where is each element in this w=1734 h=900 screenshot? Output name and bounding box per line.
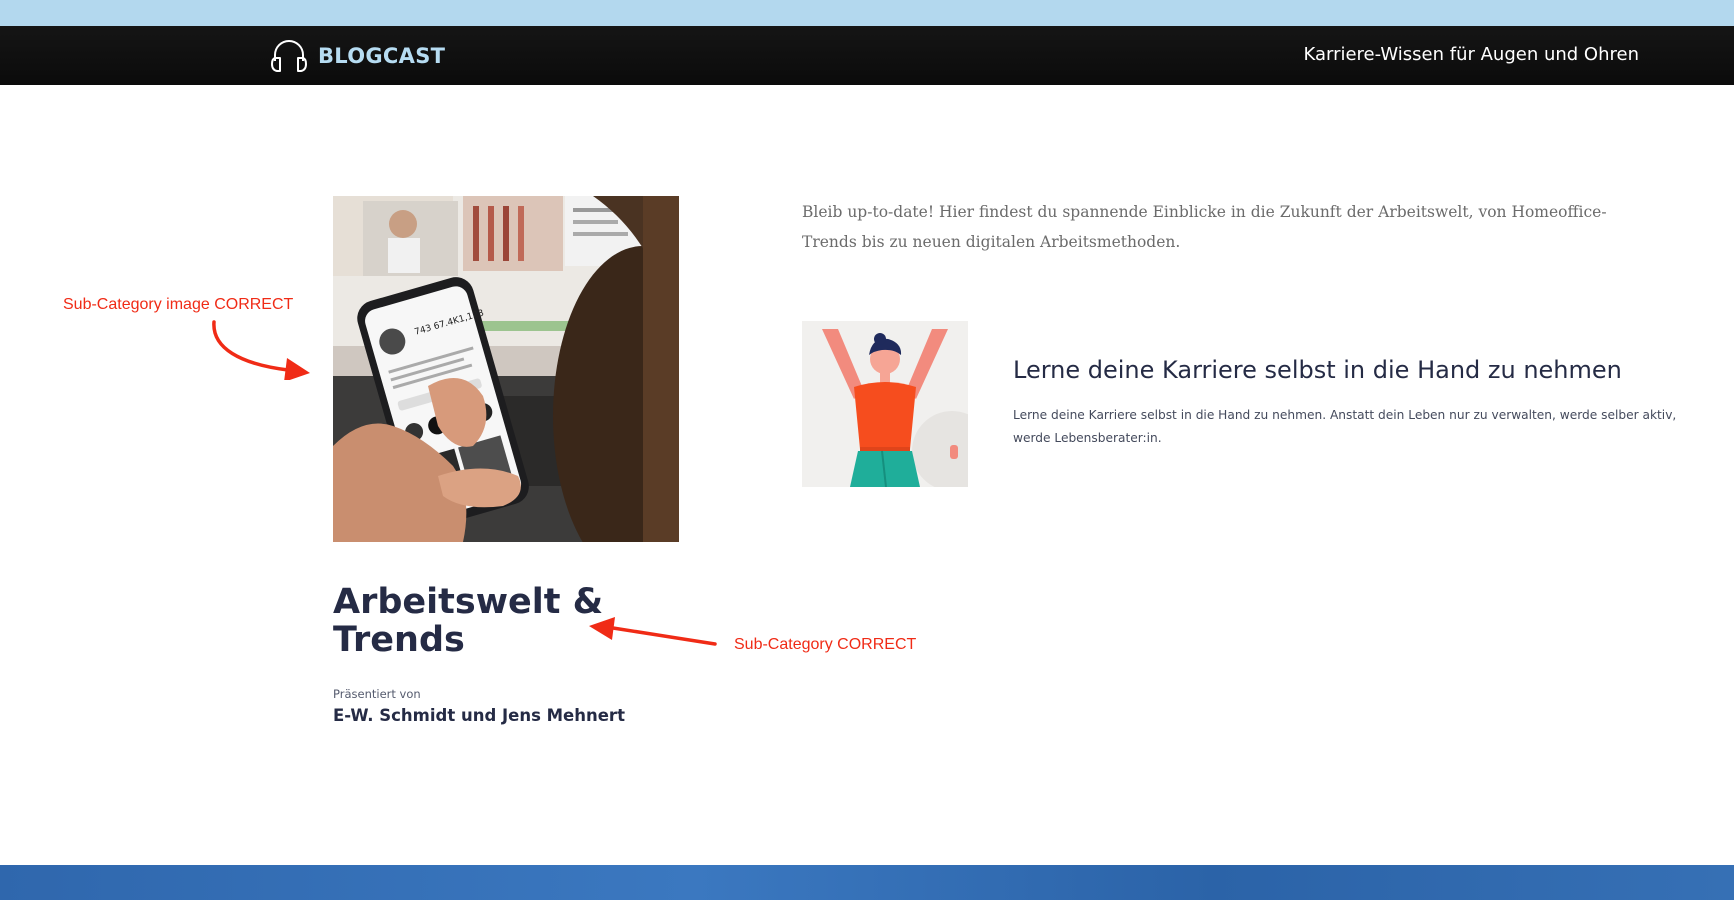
annotation-title-note: Sub-Category CORRECT [734, 636, 917, 653]
annotation-image-note: Sub-Category image CORRECT [63, 296, 294, 313]
sub-category-title: Arbeitswelt & Trends [333, 582, 604, 660]
logo-text: BLOGCAST [318, 44, 446, 68]
footer-banner [0, 865, 1734, 900]
site-header: BLOGCAST Karriere-Wissen für Augen und O… [0, 26, 1734, 85]
site-tagline: Karriere-Wissen für Augen und Ohren [1303, 44, 1639, 65]
site-logo[interactable]: BLOGCAST [270, 36, 445, 76]
category-description: Bleib up-to-date! Hier findest du spanne… [802, 203, 1607, 251]
annotation-arrow-image [212, 320, 310, 380]
presented-by-label: Präsentiert von [333, 687, 421, 701]
post-title-link[interactable]: Lerne deine Karriere selbst in die Hand … [1013, 356, 1622, 384]
post-thumbnail[interactable] [802, 321, 968, 487]
top-color-bar [0, 0, 1734, 26]
post-excerpt: Lerne deine Karriere selbst in die Hand … [1013, 408, 1677, 445]
headphones-icon [271, 40, 307, 72]
presenters-names: E-W. Schmidt und Jens Mehnert [333, 706, 625, 725]
sub-category-image[interactable]: 743 67.4K 1,123 [333, 196, 679, 542]
